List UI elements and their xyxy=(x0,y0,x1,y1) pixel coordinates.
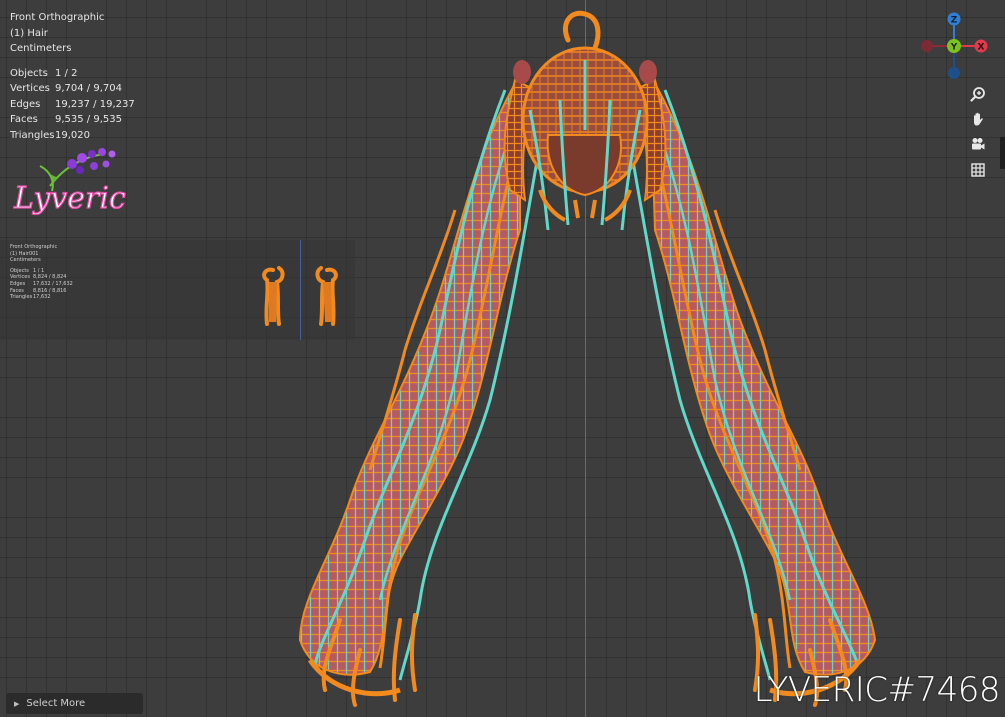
svg-text:Y: Y xyxy=(950,43,958,53)
stat-edges: Edges 19,237 / 19,237 xyxy=(10,98,135,110)
watermark-text: LYVERIC#7468 xyxy=(753,670,1001,710)
expand-triangle-icon: ▶ xyxy=(14,699,20,708)
gizmo-neg-x-axis[interactable] xyxy=(921,40,933,52)
stat-vertices: Vertices 9,704 / 9,704 xyxy=(10,83,122,94)
select-more-label: Select More xyxy=(26,698,86,709)
grid-icon xyxy=(971,163,985,177)
inset-stat-objects: Objects 1 / 1 xyxy=(10,267,45,274)
zoom-icon xyxy=(970,87,985,102)
inset-stat-vertices: Vertices 8,824 / 8,824 xyxy=(10,274,67,281)
camera-icon xyxy=(972,138,985,150)
reference-inset-panel: Front Orthographic (1) Hair001 Centimete… xyxy=(0,240,355,340)
ortho-toggle-button[interactable] xyxy=(966,158,990,182)
pan-button[interactable] xyxy=(966,107,990,131)
inset-info: Front Orthographic (1) Hair001 Centimete… xyxy=(10,244,73,301)
inset-stat-edges: Edges 17,632 / 17,632 xyxy=(10,280,73,287)
view-name: Front Orthographic xyxy=(10,12,105,23)
stat-faces: Faces 9,535 / 9,535 xyxy=(10,114,122,125)
unit-system: Centimeters xyxy=(10,43,72,54)
gizmo-neg-z-axis[interactable] xyxy=(948,67,960,79)
svg-text:Z: Z xyxy=(951,16,958,26)
stat-objects: Objects 1 / 2 xyxy=(10,67,78,79)
inset-stat-triangles: Triangles 17,632 xyxy=(10,294,51,301)
stat-triangles: Triangles 19,020 xyxy=(10,129,90,141)
select-more-button[interactable]: ▶ Select More xyxy=(6,693,143,714)
svg-text:X: X xyxy=(978,43,985,53)
inset-hair-preview xyxy=(262,266,338,326)
sidebar-tab-handle[interactable] xyxy=(1000,137,1005,169)
zoom-button[interactable] xyxy=(966,82,990,106)
lyveric-logo: Lyveric xyxy=(12,148,127,217)
hand-pan-icon xyxy=(974,112,983,126)
inset-units: Centimeters xyxy=(10,257,41,264)
inset-view-name: Front Orthographic xyxy=(10,244,58,250)
logo-wordmark: Lyveric xyxy=(13,181,126,216)
viewport-info: Front Orthographic (1) Hair Centimeters … xyxy=(10,10,135,143)
hair-mesh-wireframe[interactable] xyxy=(0,0,1005,717)
inset-stat-faces: Faces 8,816 / 8,816 xyxy=(10,287,67,294)
inset-object-name: (1) Hair001 xyxy=(10,250,39,257)
camera-view-button[interactable] xyxy=(966,132,990,156)
hair-cap[interactable] xyxy=(513,10,657,231)
navigation-gizmo[interactable]: Z Y X xyxy=(918,10,994,82)
active-object-name: (1) Hair xyxy=(10,27,48,39)
